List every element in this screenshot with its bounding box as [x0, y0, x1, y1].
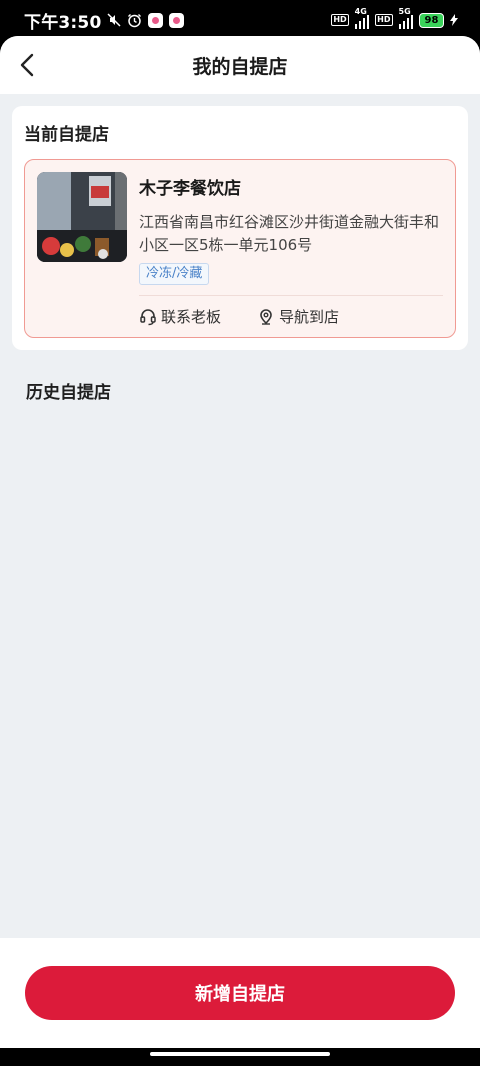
- store-name: 木子李餐饮店: [139, 179, 241, 199]
- content-area: 当前自提店 木子李餐饮店 江西省南昌市红谷滩区沙井街道金融大街丰和小区一区5栋一…: [0, 94, 480, 403]
- chevron-left-icon: [20, 53, 34, 77]
- system-nav-bar: [0, 1048, 480, 1066]
- app-notification-icon: [148, 12, 164, 28]
- page-title: 我的自提店: [192, 55, 288, 78]
- store-info: 木子李餐饮店 江西省南昌市红谷滩区沙井街道金融大街丰和小区一区5栋一单元106号…: [139, 172, 443, 285]
- add-pickup-store-button[interactable]: 新增自提店: [25, 966, 455, 1020]
- status-right: HD 4G HD 5G 98: [331, 7, 458, 29]
- headset-icon: [140, 308, 156, 325]
- bottom-bar: 新增自提店: [0, 938, 480, 1048]
- network-type-label: 5G: [398, 7, 411, 16]
- navigate-to-store-button[interactable]: 导航到店: [257, 306, 339, 327]
- charging-icon: [450, 14, 458, 26]
- battery-icon: 98: [419, 12, 444, 28]
- status-time: 下午3:50: [24, 12, 102, 33]
- store-actions: 联系老板 导航到店: [37, 306, 443, 327]
- status-left: 下午3:50: [24, 8, 185, 33]
- alarm-icon: [127, 13, 142, 28]
- store-photo: [37, 172, 127, 262]
- phone-screen: 下午3:50 HD 4G HD 5G 98 我的自提店 当前自提店 木子李餐饮店…: [0, 0, 480, 1066]
- navigate-label: 导航到店: [279, 308, 340, 326]
- current-store-section: 当前自提店 木子李餐饮店 江西省南昌市红谷滩区沙井街道金融大街丰和小区一区5栋一…: [12, 106, 468, 350]
- app-notification-icon: [169, 12, 185, 28]
- store-address: 江西省南昌市红谷滩区沙井街道金融大街丰和小区一区5栋一单元106号: [139, 213, 440, 254]
- store-top: 木子李餐饮店 江西省南昌市红谷滩区沙井街道金融大街丰和小区一区5栋一单元106号…: [37, 172, 443, 285]
- signal-5g-icon: 5G: [398, 7, 413, 29]
- network-type-label: 4G: [354, 7, 367, 16]
- history-store-title: 历史自提店: [26, 383, 111, 403]
- status-bar: 下午3:50 HD 4G HD 5G 98: [0, 0, 480, 40]
- mute-icon: [107, 13, 122, 27]
- signal-4g-icon: 4G: [354, 7, 370, 29]
- current-store-title: 当前自提店: [24, 125, 109, 145]
- contact-owner-label: 联系老板: [161, 308, 222, 326]
- divider: [139, 295, 443, 296]
- back-button[interactable]: [12, 50, 42, 80]
- hd-icon: HD: [375, 14, 393, 26]
- store-tag: 冷冻/冷藏: [139, 263, 210, 285]
- hd-icon: HD: [331, 14, 349, 26]
- home-indicator[interactable]: [150, 1052, 330, 1056]
- store-card[interactable]: 木子李餐饮店 江西省南昌市红谷滩区沙井街道金融大街丰和小区一区5栋一单元106号…: [24, 159, 456, 338]
- page-header: 我的自提店: [0, 36, 480, 94]
- location-pin-icon: [260, 308, 272, 325]
- app-page: 我的自提店 当前自提店 木子李餐饮店 江西省南昌市红谷滩区沙井街道金融大街丰和小…: [0, 36, 480, 1048]
- contact-owner-button[interactable]: 联系老板: [139, 306, 221, 327]
